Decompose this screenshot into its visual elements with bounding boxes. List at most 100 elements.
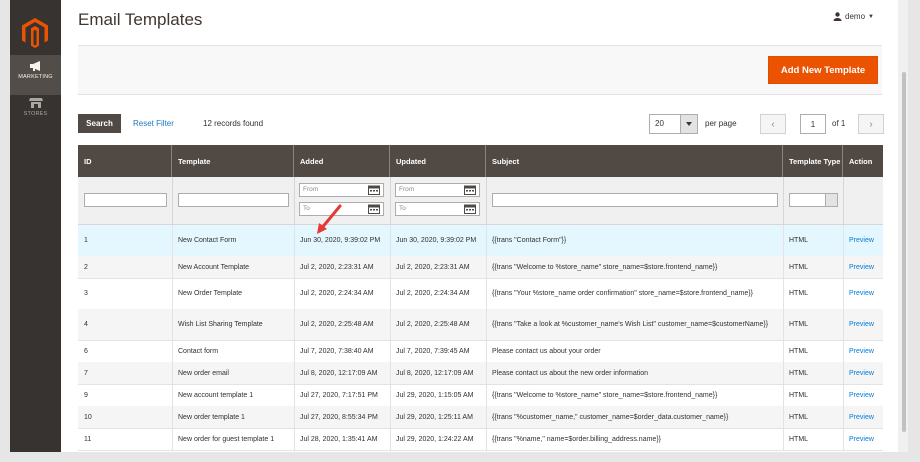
divider xyxy=(783,428,784,450)
divider xyxy=(486,406,487,428)
cell-updated: Jun 30, 2020, 9:39:02 PM xyxy=(396,237,477,244)
cell-id: 3 xyxy=(84,290,88,297)
divider xyxy=(390,362,391,384)
filter-type-select[interactable] xyxy=(789,193,838,207)
table-row[interactable]: 7 New order email Jul 8, 2020, 12:17:09 AM… xyxy=(78,362,883,385)
user-icon xyxy=(833,12,842,21)
search-button[interactable]: Search xyxy=(78,114,121,133)
cell-subject: {{trans "Welcome to %store_name" store_n… xyxy=(492,391,718,399)
divider xyxy=(390,256,391,278)
preview-link[interactable]: Preview xyxy=(843,340,883,362)
cell-template: Wish List Sharing Template xyxy=(178,321,263,328)
cell-subject: Please contact us about your order xyxy=(492,347,601,355)
divider xyxy=(783,309,784,340)
divider xyxy=(843,340,844,362)
cell-id: 11 xyxy=(84,435,92,443)
cell-template: New Account Template xyxy=(178,263,250,271)
divider xyxy=(172,309,173,340)
cell-type: HTML xyxy=(789,263,809,271)
cell-updated: Jul 29, 2020, 1:15:05 AM xyxy=(396,391,474,399)
cell-updated: Jul 29, 2020, 1:25:11 AM xyxy=(396,413,473,421)
table-row[interactable]: 2 New Account Template Jul 2, 2020, 2:23:3… xyxy=(78,256,883,279)
divider xyxy=(486,256,487,278)
divider xyxy=(783,406,784,428)
divider xyxy=(843,225,844,256)
cell-subject: {{trans "%customer_name," customer_name=… xyxy=(492,413,729,421)
cell-type: HTML xyxy=(789,369,809,377)
sidebar-item-stores[interactable]: STORES xyxy=(10,92,61,132)
filter-id-input[interactable] xyxy=(84,193,167,207)
cell-template: New account template 1 xyxy=(178,391,254,399)
preview-link[interactable]: Preview xyxy=(843,309,883,340)
column-header-template-type[interactable]: Template Type xyxy=(783,145,843,177)
store-icon xyxy=(28,98,43,108)
cell-type: HTML xyxy=(789,391,809,399)
cell-id: 2 xyxy=(84,263,88,271)
page-number-input[interactable]: 1 xyxy=(800,114,826,134)
reset-filter-link[interactable]: Reset Filter xyxy=(133,119,174,128)
table-row[interactable]: 9 New account template 1 Jul 27, 2020, 7:1… xyxy=(78,384,883,407)
divider xyxy=(843,278,844,309)
user-menu[interactable]: demo ▼ xyxy=(833,12,874,21)
calendar-icon[interactable] xyxy=(368,204,380,214)
divider xyxy=(390,384,391,406)
next-page-button[interactable]: › xyxy=(858,114,884,134)
divider xyxy=(390,225,391,256)
preview-link[interactable]: Preview xyxy=(843,256,883,278)
table-row[interactable]: 3 New Order Template Jul 2, 2020, 2:24:34 … xyxy=(78,278,883,310)
preview-link[interactable]: Preview xyxy=(843,225,883,256)
cell-added: Jul 2, 2020, 2:24:34 AM xyxy=(300,290,374,297)
column-header-template[interactable]: Template xyxy=(172,145,294,177)
scrollbar-thumb[interactable] xyxy=(902,72,906,432)
table-row[interactable]: 11 New order for guest template 1 Jul 28, … xyxy=(78,428,883,451)
cell-template: New order for guest template 1 xyxy=(178,435,275,443)
divider xyxy=(486,309,487,340)
divider xyxy=(390,309,391,340)
sidebar-item-marketing[interactable]: MARKETING xyxy=(10,55,61,95)
cell-template: New Order Template xyxy=(178,290,243,297)
cell-type: HTML xyxy=(789,321,809,328)
magento-logo-icon[interactable] xyxy=(22,18,48,48)
page-count: of 1 xyxy=(832,119,846,128)
table-row[interactable]: 1 New Contact Form Jun 30, 2020, 9:39:02 P… xyxy=(78,225,883,257)
table-row[interactable]: 6 Contact form Jul 7, 2020, 7:38:40 AM Jul … xyxy=(78,340,883,363)
prev-page-button[interactable]: ‹ xyxy=(760,114,786,134)
cell-type: HTML xyxy=(789,435,809,443)
divider xyxy=(486,428,487,450)
cell-added: Jul 2, 2020, 2:23:31 AM xyxy=(300,263,374,271)
calendar-icon[interactable] xyxy=(464,185,476,195)
cell-added: Jul 8, 2020, 12:17:09 AM xyxy=(300,369,378,377)
column-header-id[interactable]: ID xyxy=(78,145,172,177)
calendar-icon[interactable] xyxy=(464,204,476,214)
column-header-added[interactable]: Added xyxy=(294,145,390,177)
cell-type: HTML xyxy=(789,413,809,421)
divider xyxy=(843,428,844,450)
column-header-updated[interactable]: Updated xyxy=(390,145,486,177)
records-found: 12 records found xyxy=(203,119,264,128)
table-row[interactable]: 4 Wish List Sharing Template Jul 2, 2020, … xyxy=(78,309,883,341)
add-new-template-button[interactable]: Add New Template xyxy=(768,56,878,84)
divider xyxy=(294,256,295,278)
per-page-select[interactable]: 20 xyxy=(649,114,698,134)
preview-link[interactable]: Preview xyxy=(843,362,883,384)
column-header-subject[interactable]: Subject xyxy=(486,145,783,177)
preview-link[interactable]: Preview xyxy=(843,428,883,450)
divider xyxy=(172,278,173,309)
divider xyxy=(390,340,391,362)
preview-link[interactable]: Preview xyxy=(843,278,883,309)
calendar-icon[interactable] xyxy=(368,185,380,195)
cell-id: 9 xyxy=(84,391,88,399)
divider xyxy=(390,406,391,428)
table-row[interactable]: 10 New order template 1 Jul 27, 2020, 8:55… xyxy=(78,406,883,429)
sidebar-item-label: MARKETING xyxy=(18,74,53,80)
preview-link[interactable]: Preview xyxy=(843,384,883,406)
cell-subject: {{trans "Take a look at %customer_name's… xyxy=(492,321,769,328)
filter-subject-input[interactable] xyxy=(492,193,778,207)
filter-template-input[interactable] xyxy=(178,193,289,207)
sidebar-item-label: STORES xyxy=(23,111,48,117)
divider xyxy=(294,384,295,406)
divider xyxy=(486,384,487,406)
divider xyxy=(783,225,784,256)
divider xyxy=(172,428,173,450)
preview-link[interactable]: Preview xyxy=(843,406,883,428)
